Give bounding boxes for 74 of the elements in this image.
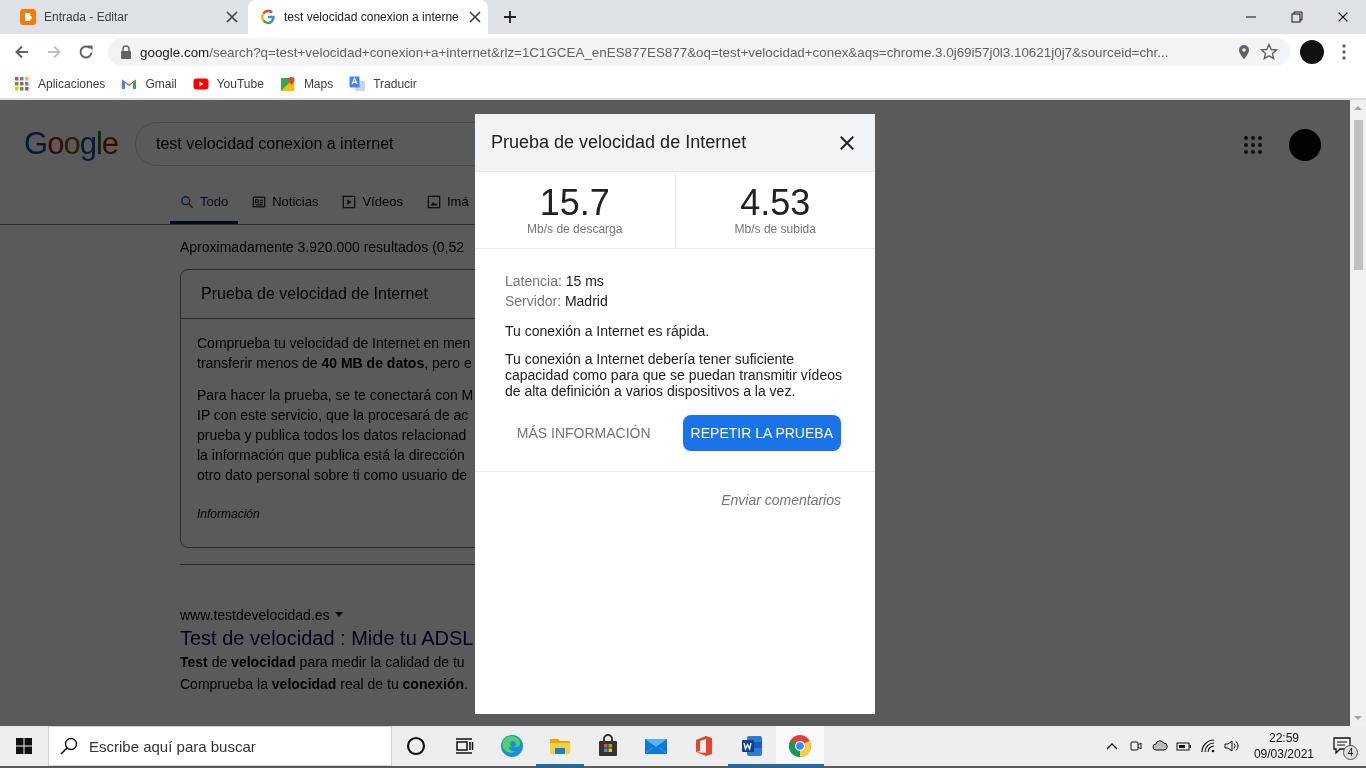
browser-tab[interactable]: test velocidad conexion a interne [248, 0, 488, 34]
summary-text: Tu conexión a Internet es rápida. [505, 323, 711, 339]
more-info-button[interactable]: MÁS INFORMACIÓN [508, 415, 659, 451]
restore-icon [1291, 11, 1303, 23]
card-text-line: Para hacer la prueba, se te conectará con M [197, 386, 475, 405]
card-text-line: la información que publica está la dirección [197, 446, 466, 465]
chrome-icon [788, 734, 812, 758]
result-stats: Aproximadamente 3.920.000 resultados (0,52 [180, 239, 466, 255]
apps-grid-icon [14, 76, 30, 92]
close-icon [224, 9, 240, 25]
card-text-line: Comprueba tu velocidad de Internet en men [197, 334, 472, 353]
feedback-link[interactable]: Enviar comentarios [721, 492, 841, 508]
image-icon [426, 194, 441, 209]
speed-label: Mb/s de descarga [527, 222, 623, 236]
edge-icon [500, 734, 524, 758]
search-field[interactable]: Escribe aquí para buscar [48, 726, 392, 766]
search-icon [180, 194, 194, 209]
more-icon [1342, 44, 1346, 60]
caret-icon[interactable] [335, 612, 344, 618]
star-icon[interactable] [1260, 43, 1278, 61]
cloud-icon[interactable] [1151, 738, 1168, 754]
card-text-line: prueba y publica todos los datos relacionad [197, 426, 468, 445]
dialog-title: Prueba de velocidad de Internet [491, 132, 748, 153]
profile-avatar[interactable] [1300, 40, 1324, 64]
bookmark[interactable]: Maps [279, 76, 334, 92]
bookmark[interactable]: Aplicaciones [14, 76, 106, 92]
newspaper-icon [252, 194, 267, 209]
map-pin-icon [279, 76, 296, 92]
tab-close-button[interactable] [466, 9, 483, 25]
card-text-line: transferir menos de 40 MB de datos, pero e [197, 354, 473, 373]
url-text: google.com/search?q=test+velocidad+conexion+a+internet&rlz=1C1GCEA_enES877ES877&oq=test+velocidad+conex&aqs=chrome.3.0j69i57j0l3.10621j0j7&sourceid=chr... [140, 44, 1170, 60]
volume-icon[interactable] [1223, 738, 1240, 754]
play-button-icon [192, 76, 209, 92]
notifications-button[interactable]: 4 [1328, 732, 1356, 760]
circle-icon [404, 734, 428, 758]
close-icon [1336, 10, 1350, 24]
detail-line: Servidor: Madrid [505, 292, 609, 311]
bookmark[interactable]: Traducir [349, 76, 417, 92]
blogger-icon [20, 9, 36, 25]
bookmark[interactable]: Gmail [121, 76, 177, 92]
google-icon [260, 9, 276, 25]
play-icon [342, 194, 357, 209]
close-icon [466, 9, 483, 25]
location-pin-icon[interactable] [1236, 44, 1252, 60]
retry-button[interactable]: REPETIR LA PRUEBA [682, 415, 841, 451]
camera-icon[interactable] [1127, 738, 1144, 754]
apps-grid-icon[interactable] [1241, 133, 1265, 157]
plus-icon [503, 10, 517, 24]
tab-close-button[interactable] [224, 9, 240, 25]
speed-label: Mb/s de subida [734, 222, 816, 236]
speed-value: 15.7 [539, 184, 610, 222]
source-label: Información [197, 507, 261, 521]
clock[interactable]: 22:59 09/03/2021 [1247, 730, 1320, 762]
windows-icon [16, 738, 32, 754]
card-text-line: IP con este servicio, que la procesará de ac [197, 406, 470, 425]
bookmark[interactable]: YouTube [192, 76, 264, 92]
address-bar[interactable]: google.com/search?q=test+velocidad+conexion+a+internet&rlz=1C1GCEA_enES877ES877&oq=test+velocidad+conex&aqs=chrome.3.0j69i57j0l3.10621j0j7&sourceid=chr... [108, 38, 1290, 66]
message-icon [1332, 734, 1352, 755]
result-snippet-line: Comprueba la velocidad real de tu conexión. [180, 675, 469, 694]
speed-value: 4.53 [740, 184, 811, 222]
result-snippet-line: Test de velocidad para medir la calidad de tu [180, 653, 466, 672]
card-text-line: otro dato personal sobre ti como usuario de [197, 466, 469, 485]
scrollbar-thumb[interactable] [1353, 120, 1363, 270]
shopping-bag-icon [596, 734, 620, 758]
description-text: Tu conexión a Internet debería tener suficiente capacidad como para que se puedan transmitir vídeos de alta definición a varios dispositivos a la vez. [505, 351, 841, 399]
detail-line: Latencia: 15 ms [505, 272, 605, 291]
word-icon [740, 734, 764, 758]
translate-icon [349, 76, 366, 92]
scrollbar[interactable] [1350, 100, 1366, 726]
notification-badge: 4 [1343, 745, 1358, 760]
browser-tab[interactable]: Entrada - Editar [8, 0, 248, 34]
lock-icon [120, 45, 132, 59]
result-url: www.testdevelocidad.es [180, 606, 330, 625]
wifi-icon[interactable] [1199, 738, 1216, 754]
